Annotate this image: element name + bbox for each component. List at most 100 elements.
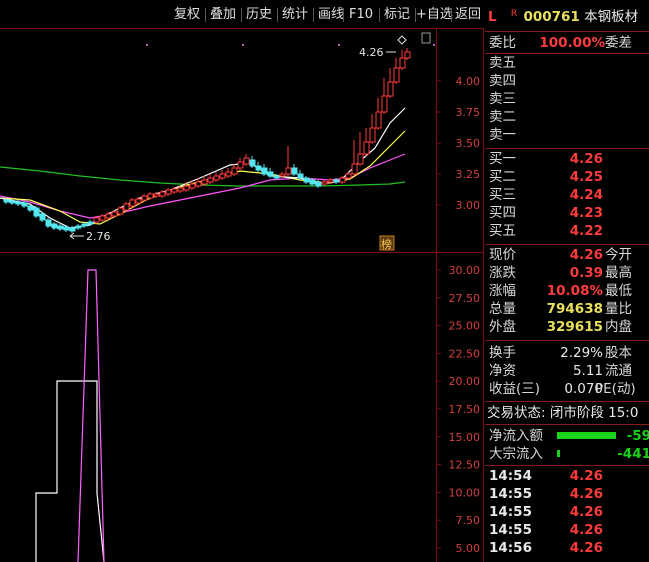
toolbar: 复权 叠加 历史 统计 画线 F10 标记 +自选 返回 — [0, 0, 484, 28]
low-price-label: 2.76 — [86, 230, 111, 243]
buy-1[interactable]: 买一 4.26 — [487, 150, 649, 168]
candle-body — [147, 193, 154, 199]
candle-body — [261, 167, 268, 175]
candle-body — [129, 199, 136, 207]
quote-pct-row: 涨幅 10.08% 最低 — [489, 283, 632, 299]
price-tick-label: 3.00 — [456, 199, 481, 212]
candle-body — [321, 181, 328, 185]
price-tick-label: 3.50 — [456, 137, 481, 150]
candle-body — [117, 207, 124, 215]
high-price-label: 4.26 — [359, 46, 384, 59]
candle-body — [255, 165, 262, 171]
panel-toggle-icon[interactable] — [421, 32, 431, 44]
indicator-tick-label: 30.00 — [449, 264, 481, 277]
candle-body — [393, 67, 400, 83]
candle-body — [297, 173, 304, 179]
diamond-icon[interactable] — [397, 35, 407, 45]
candle-body — [381, 95, 388, 113]
indicator-tick-label: 10.00 — [449, 486, 481, 499]
candle-body — [57, 225, 64, 230]
candle-body — [219, 173, 226, 179]
indicator-tick-label: 15.00 — [449, 431, 481, 444]
trade-status: 交易状态: 闭市阶段 15:0 — [487, 405, 639, 421]
stat-turnover-row: 换手 2.29% 股本 — [489, 345, 632, 361]
candle-body — [171, 188, 178, 193]
candle-body — [279, 173, 286, 177]
block-inflow-row: 大宗流入 -441 — [489, 446, 649, 462]
candle-body — [195, 181, 202, 187]
candle-body — [39, 213, 46, 221]
candle-body — [339, 177, 346, 183]
ma5-line — [0, 107, 406, 229]
candle-body — [363, 141, 370, 155]
candle-body — [351, 163, 358, 175]
svg-text:榜: 榜 — [381, 237, 392, 251]
candle-body — [15, 201, 22, 205]
candle-body — [375, 111, 382, 129]
back-button[interactable]: 返回 — [452, 6, 484, 24]
statistics-button[interactable]: 统计 — [278, 6, 312, 24]
candle-body — [303, 177, 310, 183]
fuquan-button[interactable]: 复权 — [170, 6, 204, 24]
candle-body — [27, 205, 34, 211]
candle-body — [387, 81, 394, 97]
f10-button[interactable]: F10 — [344, 6, 378, 24]
indicator-tick-label: 12.50 — [449, 459, 481, 472]
candle-body — [249, 159, 256, 167]
candle-body — [105, 213, 112, 219]
kline-chart[interactable]: 4.00 3.75 3.50 3.25 3.00 30.00 27.50 25.00 22.5… — [0, 28, 484, 562]
candle-body — [201, 179, 208, 185]
candle-body — [404, 51, 411, 59]
price-tick-label: 3.75 — [456, 106, 481, 119]
candle-body — [357, 153, 364, 165]
buy-2[interactable]: 买二 4.25 — [487, 168, 649, 186]
tick-row: 14:56 4.26 — [489, 540, 603, 556]
candle-body — [213, 175, 220, 181]
stock-flag: L — [488, 9, 497, 25]
price-tick-label: 3.25 — [456, 168, 481, 181]
candle-body — [153, 193, 160, 197]
ma20-line — [0, 153, 406, 219]
chart-area[interactable]: 4.00 3.75 3.50 3.25 3.00 30.00 27.50 25.00 22.5… — [0, 28, 484, 562]
weibi-row: 委比 100.00% 委差 — [489, 35, 632, 51]
candle-body — [291, 167, 298, 175]
buy-5[interactable]: 买五 4.22 — [487, 222, 649, 240]
candle-body — [75, 225, 82, 229]
candle-body — [135, 198, 142, 204]
buy-3[interactable]: 买三 4.24 — [487, 186, 649, 204]
mark-button[interactable]: 标记 — [380, 6, 414, 24]
quote-price-row: 现价 4.26 今开 — [489, 247, 632, 263]
indicator-tick-label: 20.00 — [449, 375, 481, 388]
indicator-tick-label: 17.50 — [449, 403, 481, 416]
candle-body — [165, 189, 172, 195]
stat-netasset-row: 净资 5.11 流通 — [489, 363, 632, 379]
candles — [3, 48, 411, 233]
candle-body — [207, 177, 214, 183]
stock-name: 本钢板材 — [584, 9, 639, 25]
indicator-axis: 30.00 27.50 25.00 22.50 20.00 17.50 15.00 12.50… — [436, 264, 480, 555]
candle-body — [333, 179, 340, 183]
add-favorite-button[interactable]: +自选 — [416, 6, 453, 24]
candle-body — [3, 199, 10, 203]
overlay-button[interactable]: 叠加 — [206, 6, 240, 24]
quote-volume-row: 总量 794638 量比 — [489, 301, 632, 317]
candle-body — [9, 200, 16, 204]
candle-body — [267, 171, 274, 177]
candle-body — [69, 227, 76, 232]
candle-body — [159, 191, 166, 197]
candle-body — [123, 203, 130, 211]
candle-body — [327, 179, 334, 183]
history-button[interactable]: 历史 — [242, 6, 276, 24]
candle-body — [177, 187, 184, 192]
candle-body — [87, 221, 94, 225]
price-axis: 4.00 3.75 3.50 3.25 3.00 — [436, 75, 480, 212]
candle-body — [99, 215, 106, 221]
buy-4[interactable]: 买四 4.23 — [487, 204, 649, 222]
candle-body — [309, 179, 316, 185]
candle-body — [399, 57, 406, 69]
candle-body — [237, 161, 244, 169]
stock-title: L R 000761 本钢板材 — [488, 8, 638, 26]
candle-body — [63, 226, 70, 231]
stock-code: 000761 — [523, 9, 580, 25]
block-inflow-bar — [557, 450, 560, 457]
